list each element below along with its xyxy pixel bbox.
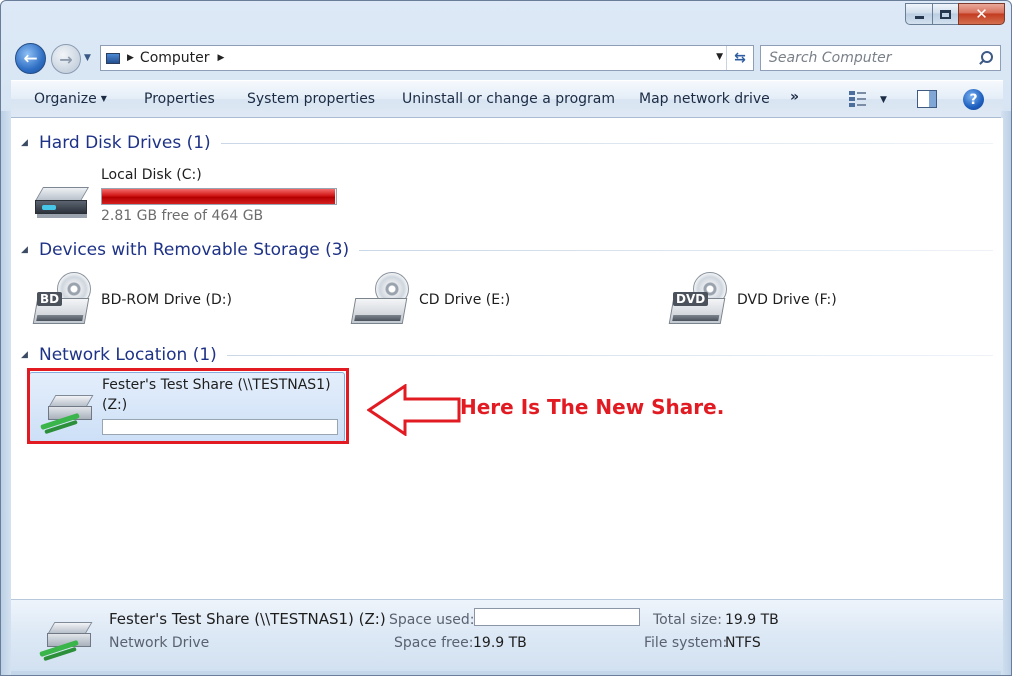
window-frame-left xyxy=(1,111,11,675)
space-used-bar xyxy=(474,608,640,626)
properties-button[interactable]: Properties xyxy=(144,91,215,107)
breadcrumb-computer[interactable]: Computer xyxy=(140,50,210,66)
search-input[interactable]: Search Computer xyxy=(769,50,891,66)
organize-button[interactable]: Organize ▼ xyxy=(34,91,107,107)
network-drive-icon xyxy=(39,616,97,662)
drive-label: DVD Drive (F:) xyxy=(737,292,837,308)
close-button[interactable]: ✕ xyxy=(958,3,1005,25)
help-icon[interactable]: ? xyxy=(963,89,984,110)
organize-label: Organize xyxy=(34,91,97,107)
computer-icon xyxy=(101,46,125,70)
search-box[interactable]: Search Computer xyxy=(760,45,1001,71)
group-header-network[interactable]: ◢ Network Location (1) xyxy=(21,345,993,365)
group-header-removable[interactable]: ◢ Devices with Removable Storage (3) xyxy=(21,240,993,260)
map-network-drive-button[interactable]: Map network drive xyxy=(639,91,770,107)
minimize-icon xyxy=(914,16,924,19)
dvd-drive-icon: DVD xyxy=(668,272,731,328)
details-pane: Fester's Test Share (\\TESTNAS1) (Z:) Ne… xyxy=(11,599,1003,671)
drive-free-space: 2.81 GB free of 464 GB xyxy=(101,208,264,224)
change-view-icon[interactable] xyxy=(849,90,869,108)
disk-usage-fill xyxy=(102,189,335,204)
collapse-arrow-icon[interactable]: ◢ xyxy=(21,350,39,360)
drive-label: BD-ROM Drive (D:) xyxy=(101,292,232,308)
total-size-label: Total size: xyxy=(653,612,723,628)
drive-item-dvd[interactable]: DVD DVD Drive (F:) xyxy=(667,270,967,330)
content-pane[interactable]: ◢ Hard Disk Drives (1) Local Disk (C:) 2… xyxy=(11,118,1003,599)
close-icon: ✕ xyxy=(975,4,988,23)
space-free-label: Space free: xyxy=(394,635,474,651)
bd-rom-drive-icon: BD xyxy=(32,272,95,328)
back-arrow-icon: ← xyxy=(23,48,38,69)
drive-item-bd-rom[interactable]: BD BD-ROM Drive (D:) xyxy=(31,270,331,330)
annotation-arrow-icon xyxy=(367,384,461,436)
group-title: Hard Disk Drives (1) xyxy=(39,133,211,153)
cd-drive-icon xyxy=(350,272,413,328)
group-divider xyxy=(220,142,993,144)
minimize-button[interactable] xyxy=(905,3,932,25)
address-bar[interactable]: ▶ Computer ▶ ▼ ⇆ xyxy=(100,45,754,71)
collapse-arrow-icon[interactable]: ◢ xyxy=(21,138,39,148)
drive-item-local-c[interactable]: Local Disk (C:) 2.81 GB free of 464 GB xyxy=(31,163,351,227)
details-name: Fester's Test Share (\\TESTNAS1) (Z:) xyxy=(109,610,386,628)
maximize-button[interactable] xyxy=(932,3,958,25)
disk-usage-bar xyxy=(101,188,337,205)
view-options-dropdown-icon[interactable]: ▼ xyxy=(880,95,887,105)
bd-tag: BD xyxy=(37,292,63,306)
hard-disk-icon xyxy=(34,177,93,221)
refresh-icon: ⇆ xyxy=(734,50,746,66)
drive-label: CD Drive (E:) xyxy=(419,292,511,308)
annotation-highlight-box xyxy=(27,368,349,444)
search-icon[interactable] xyxy=(978,51,993,65)
address-dropdown-icon[interactable]: ▼ xyxy=(716,52,723,62)
drive-label: Local Disk (C:) xyxy=(101,167,202,183)
file-system-label: File system: xyxy=(644,635,728,651)
collapse-arrow-icon[interactable]: ◢ xyxy=(21,245,39,255)
space-used-label: Space used: xyxy=(389,612,475,628)
breadcrumb-chevron-icon[interactable]: ▶ xyxy=(127,53,134,63)
file-system-value: NTFS xyxy=(725,635,761,651)
preview-pane-icon[interactable] xyxy=(917,90,937,108)
uninstall-program-button[interactable]: Uninstall or change a program xyxy=(402,91,615,107)
system-properties-button[interactable]: System properties xyxy=(247,91,375,107)
refresh-button[interactable]: ⇆ xyxy=(726,46,753,70)
group-header-hard-disks[interactable]: ◢ Hard Disk Drives (1) xyxy=(21,133,993,153)
group-title: Devices with Removable Storage (3) xyxy=(39,240,350,260)
forward-button[interactable]: → xyxy=(51,44,81,74)
maximize-icon xyxy=(940,9,951,19)
group-divider xyxy=(359,249,993,251)
explorer-window: ✕ ← → ▼ ▶ Computer ▶ ▼ ⇆ Search Computer… xyxy=(0,0,1012,676)
details-type: Network Drive xyxy=(109,635,210,651)
command-bar: Organize ▼ Properties System properties U… xyxy=(11,80,1003,118)
dropdown-arrow-icon: ▼ xyxy=(100,94,107,103)
recent-pages-dropdown[interactable]: ▼ xyxy=(84,53,91,63)
dvd-tag: DVD xyxy=(673,292,709,306)
breadcrumb-chevron-icon[interactable]: ▶ xyxy=(218,53,225,63)
drive-item-cd[interactable]: CD Drive (E:) xyxy=(349,270,649,330)
annotation-text: Here Is The New Share. xyxy=(460,395,725,419)
caption-buttons: ✕ xyxy=(905,3,1005,25)
back-button[interactable]: ← xyxy=(15,43,46,74)
more-commands-button[interactable]: » xyxy=(790,89,799,105)
space-free-value: 19.9 TB xyxy=(473,635,527,651)
group-title: Network Location (1) xyxy=(39,345,217,365)
forward-arrow-icon: → xyxy=(59,49,73,69)
group-divider xyxy=(226,354,993,356)
total-size-value: 19.9 TB xyxy=(725,612,779,628)
